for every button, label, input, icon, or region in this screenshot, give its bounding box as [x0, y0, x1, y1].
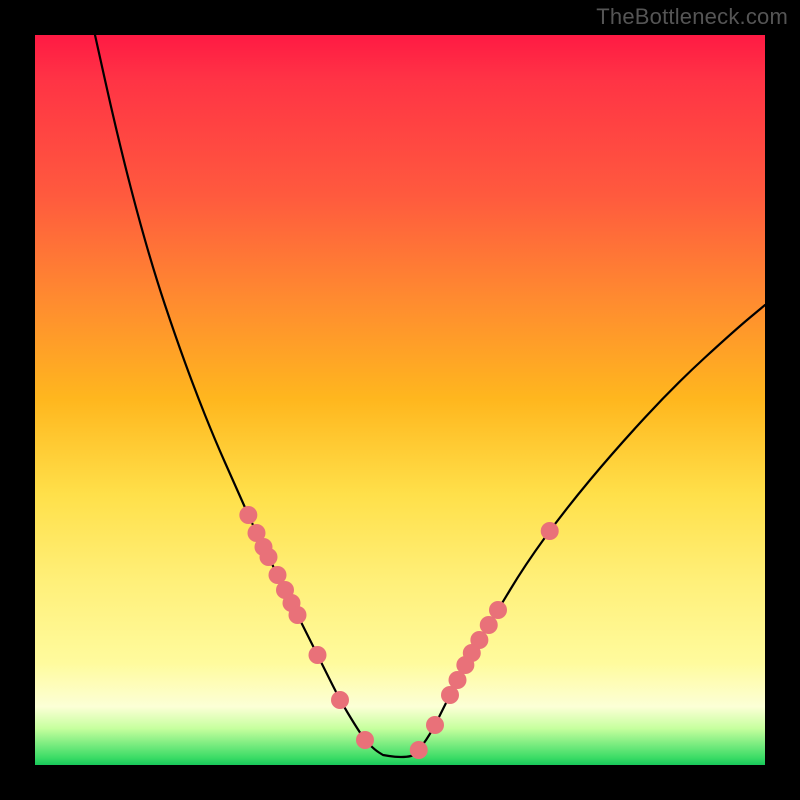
curve-marker [356, 731, 374, 749]
bottleneck-curve [95, 35, 765, 757]
curve-marker [309, 646, 327, 664]
chart-container: TheBottleneck.com [0, 0, 800, 800]
watermark-text: TheBottleneck.com [596, 4, 788, 30]
left-branch-dots [239, 506, 374, 749]
curve-marker [441, 686, 459, 704]
curve-marker [289, 606, 307, 624]
curve-layer [35, 35, 765, 765]
curve-marker [410, 741, 428, 759]
curve-marker [489, 601, 507, 619]
curve-marker [239, 506, 257, 524]
right-branch-dots [410, 522, 559, 759]
curve-marker [331, 691, 349, 709]
curve-marker [426, 716, 444, 734]
plot-area [35, 35, 765, 765]
curve-marker [541, 522, 559, 540]
curve-marker [480, 616, 498, 634]
curve-marker [260, 548, 278, 566]
